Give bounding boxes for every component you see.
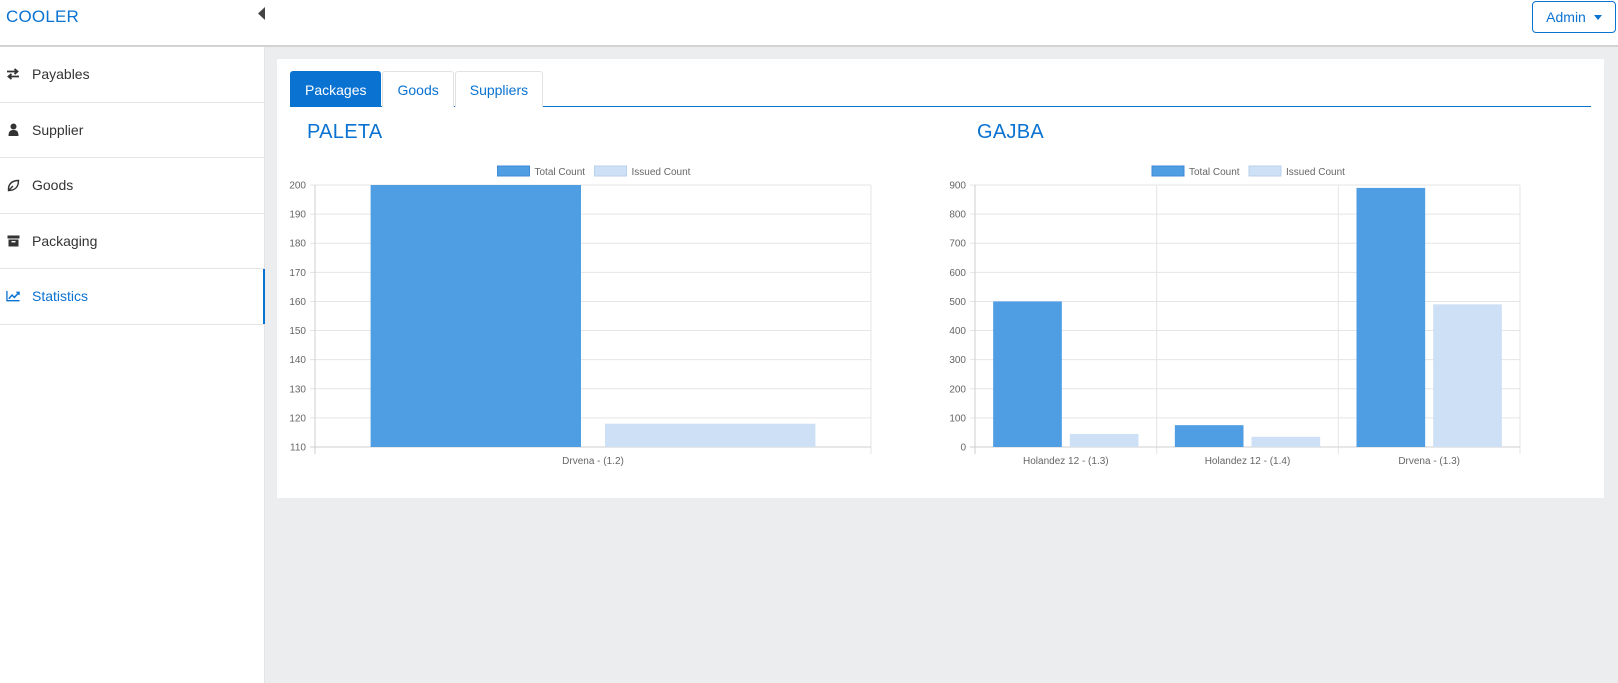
top-bar: COOLER Admin	[0, 0, 1618, 47]
bar-total-count-holandez-12-1-3	[993, 301, 1062, 447]
bar-issued-count-holandez-12-1-3	[1069, 433, 1139, 447]
sidebar-item-statistics[interactable]: Statistics	[0, 269, 265, 325]
sidebar-item-label: Payables	[32, 66, 90, 83]
sidebar-item-label: Goods	[32, 177, 74, 194]
sidebar-toggle-icon[interactable]	[258, 7, 268, 21]
y-tick-label: 600	[949, 268, 966, 279]
y-tick-label: 300	[949, 355, 966, 366]
sidebar-item-packaging[interactable]: Packaging	[0, 214, 264, 269]
x-tick-label: Drvena - (1.2)	[562, 456, 624, 467]
paleta-bar-chart: Total Count Issued Count 110 120 130 140 150 16…	[289, 165, 872, 467]
legend-swatch-total-count	[497, 165, 530, 177]
legend-label-total-count: Total Count	[1189, 167, 1240, 178]
legend-label-total-count: Total Count	[535, 167, 586, 178]
y-tick-label: 120	[289, 413, 306, 424]
x-tick-label: Holandez 12 - (1.4)	[1205, 456, 1291, 467]
y-tick-label: 180	[289, 239, 306, 250]
tab-suppliers[interactable]: Suppliers	[454, 71, 544, 107]
user-icon	[6, 123, 20, 137]
y-tick-label: 130	[289, 384, 306, 395]
y-tick-label: 110	[290, 443, 306, 454]
y-tick-label: 100	[949, 413, 966, 424]
y-tick-label: 200	[289, 181, 306, 192]
y-tick-label: 140	[289, 355, 306, 366]
bar-total-count-drvena-1-2	[370, 185, 581, 447]
y-tick-label: 190	[289, 210, 306, 221]
leaf-icon	[6, 178, 20, 192]
sidebar-item-label: Supplier	[32, 121, 84, 138]
exchange-icon	[6, 67, 20, 81]
chart-title-paleta: PALETA	[307, 121, 383, 143]
y-tick-label: 900	[949, 181, 966, 192]
bar-total-count-drvena-1-3	[1356, 187, 1426, 447]
tab-bar: Packages Goods Suppliers	[290, 71, 1591, 107]
y-tick-label: 400	[949, 326, 966, 337]
legend-label-issued-count: Issued Count	[1286, 167, 1345, 178]
bar-issued-count-drvena-1-2	[605, 423, 816, 447]
line-chart-icon	[6, 289, 20, 303]
sidebar-item-label: Statistics	[32, 288, 89, 305]
y-tick-label: 800	[949, 210, 966, 221]
bar-issued-count-drvena-1-3	[1433, 304, 1502, 447]
chart-title-gajba: GAJBA	[977, 121, 1045, 143]
y-tick-label: 0	[960, 443, 966, 454]
bar-total-count-holandez-12-1-4	[1174, 425, 1244, 447]
legend-swatch-total-count	[1151, 165, 1185, 177]
caret-down-icon	[1593, 14, 1602, 20]
bar-issued-count-holandez-12-1-4	[1251, 436, 1321, 447]
x-tick-label: Drvena - (1.3)	[1398, 456, 1460, 467]
archive-icon	[6, 234, 20, 248]
sidebar-item-supplier[interactable]: Supplier	[0, 103, 264, 158]
y-tick-label: 160	[289, 297, 306, 308]
legend-swatch-issued-count	[1248, 165, 1282, 177]
y-tick-label: 700	[949, 239, 966, 250]
tab-goods[interactable]: Goods	[382, 71, 454, 107]
sidebar: Payables Supplier Goods Packaging Statis…	[0, 47, 265, 683]
tab-packages[interactable]: Packages	[290, 71, 382, 107]
sidebar-item-label: Packaging	[32, 232, 98, 249]
brand-logo[interactable]: COOLER	[6, 7, 79, 27]
admin-menu-label: Admin	[1546, 9, 1586, 25]
y-tick-label: 150	[289, 326, 306, 337]
admin-menu-button[interactable]: Admin	[1532, 1, 1616, 33]
sidebar-item-payables[interactable]: Payables	[0, 47, 264, 103]
gajba-bar-chart: Total Count Issued Count 0 100 200 300 400 500 6…	[949, 165, 1521, 467]
x-tick-label: Holandez 12 - (1.3)	[1023, 456, 1109, 467]
sidebar-item-goods[interactable]: Goods	[0, 158, 264, 214]
statistics-panel: Packages Goods Suppliers PALETA Total Co…	[277, 59, 1604, 498]
y-tick-label: 170	[289, 268, 306, 279]
y-tick-label: 200	[949, 384, 966, 395]
y-tick-label: 500	[949, 297, 966, 308]
legend-swatch-issued-count	[594, 165, 627, 177]
legend-label-issued-count: Issued Count	[632, 167, 691, 178]
